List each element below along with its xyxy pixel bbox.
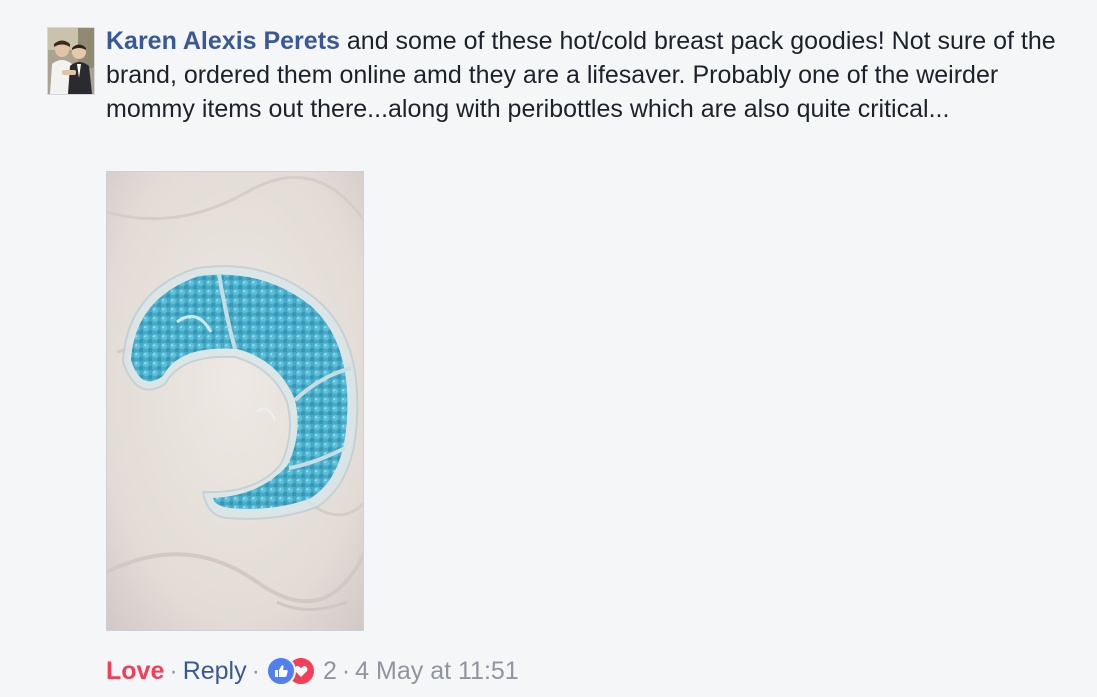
avatar[interactable]	[47, 27, 95, 95]
separator-dot: ·	[169, 657, 178, 685]
comment-body: Karen Alexis Perets and some of these ho…	[106, 24, 1081, 126]
comment-photo-attachment[interactable]	[106, 171, 364, 631]
reactions-summary[interactable]: 2	[265, 654, 337, 688]
separator-dot: ·	[251, 657, 260, 685]
author-name-link[interactable]: Karen Alexis Perets	[106, 27, 340, 55]
separator-dot: ·	[341, 657, 351, 685]
comment-actions: Love · Reply · 2 · 4 May at 11:51	[106, 654, 519, 688]
comment-timestamp-link[interactable]: 4 May at 11:51	[355, 654, 519, 688]
reply-button[interactable]: Reply	[183, 654, 247, 688]
love-reaction-button[interactable]: Love	[106, 654, 164, 688]
photo-of-blue-gel-breast-pack-icon	[107, 172, 363, 630]
reaction-count: 2	[322, 657, 337, 685]
like-reaction-icon	[265, 656, 296, 686]
comment-text-block: Karen Alexis Perets and some of these ho…	[106, 24, 1081, 126]
comment: Karen Alexis Perets and some of these ho…	[0, 0, 1097, 697]
avatar-photo-icon	[48, 28, 94, 94]
